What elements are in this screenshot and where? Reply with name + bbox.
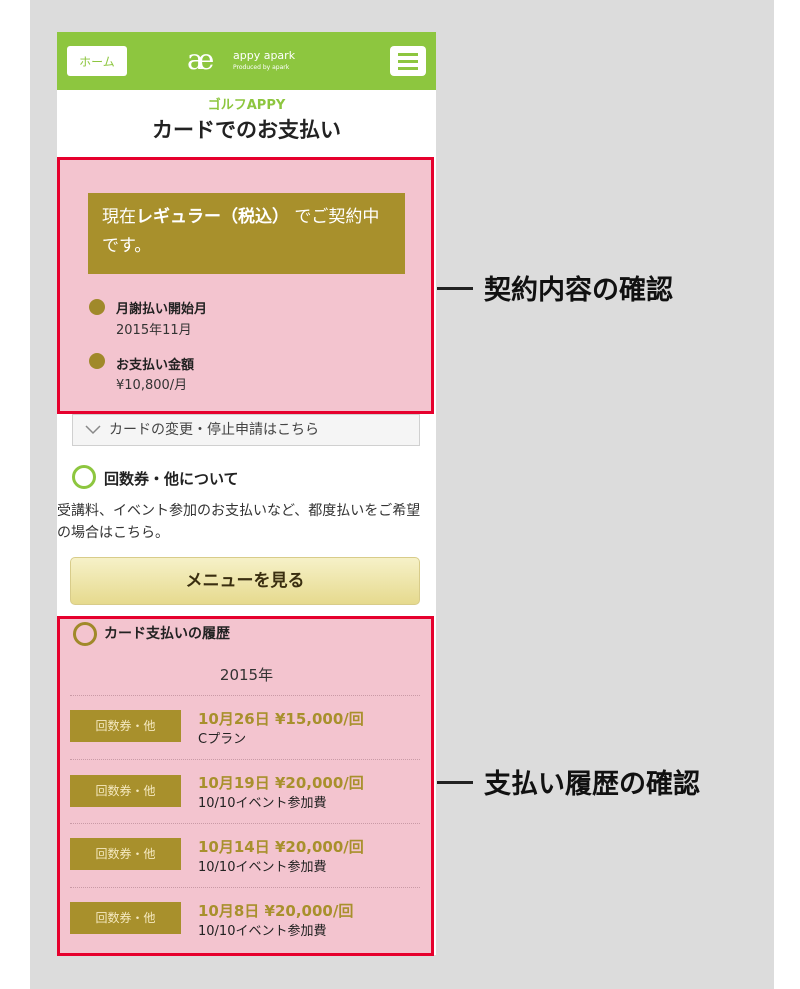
contract-status-box: 現在レギュラー（税込） でご契約中です。 — [88, 193, 405, 274]
page-subtitle: ゴルフAPPY — [207, 98, 286, 113]
divider — [70, 759, 420, 760]
history-year: 2015年 — [219, 666, 274, 684]
callout-history: 支払い履歴の確認 — [484, 769, 700, 800]
start-month-value: 2015年11月 — [116, 323, 192, 338]
home-button[interactable]: ホーム — [67, 46, 127, 76]
callout-line — [437, 287, 473, 290]
row-amount: 10月26日 ¥15,000/回 — [198, 710, 364, 728]
amount-value: ¥10,800/月 — [116, 378, 188, 393]
chevron-down-icon — [85, 425, 101, 435]
row-tag: 回数券・他 — [70, 710, 181, 742]
callout-line — [437, 781, 473, 784]
bullet-icon — [89, 299, 105, 315]
bullet-icon — [89, 353, 105, 369]
divider — [70, 887, 420, 888]
divider — [70, 823, 420, 824]
row-detail: 10/10イベント参加費 — [198, 924, 327, 939]
card-change-link[interactable]: カードの変更・停止申請はこちら — [72, 414, 420, 446]
row-amount: 10月8日 ¥20,000/回 — [198, 902, 354, 920]
row-amount: 10月14日 ¥20,000/回 — [198, 838, 364, 856]
row-tag: 回数券・他 — [70, 838, 181, 870]
app-logo: ae appy apark Produced by apark — [187, 44, 317, 78]
card-change-label: カードの変更・停止申請はこちら — [109, 422, 319, 438]
row-tag: 回数券・他 — [70, 902, 181, 934]
page-title: カードでのお支払い — [152, 118, 341, 142]
logo-mark: ae — [187, 43, 214, 76]
row-detail: 10/10イベント参加費 — [198, 796, 327, 811]
logo-text: appy apark — [233, 49, 296, 62]
view-menu-button[interactable]: メニューを見る — [70, 557, 420, 605]
logo-subtext: Produced by apark — [233, 64, 290, 71]
row-amount: 10月19日 ¥20,000/回 — [198, 774, 364, 792]
tickets-description: 受講料、イベント参加のお支払いなど、都度払いをご希望の場合はこちら。 — [57, 503, 421, 541]
callout-contract: 契約内容の確認 — [484, 275, 673, 306]
divider — [70, 695, 420, 696]
amount-label: お支払い金額 — [116, 358, 195, 373]
app-header: ホーム ae appy apark Produced by apark — [57, 32, 436, 90]
status-plan: レギュラー（税込） — [136, 207, 289, 227]
circle-icon — [73, 622, 97, 646]
row-detail: 10/10イベント参加費 — [198, 860, 327, 875]
start-month-label: 月謝払い開始月 — [116, 302, 208, 317]
row-detail: Cプラン — [198, 732, 247, 747]
row-tag: 回数券・他 — [70, 775, 181, 807]
circle-icon — [72, 465, 96, 489]
status-prefix: 現在 — [102, 207, 136, 227]
history-heading: カード支払いの履歴 — [104, 626, 230, 642]
hamburger-menu-icon[interactable] — [390, 46, 426, 76]
tickets-heading: 回数券・他について — [104, 470, 239, 488]
